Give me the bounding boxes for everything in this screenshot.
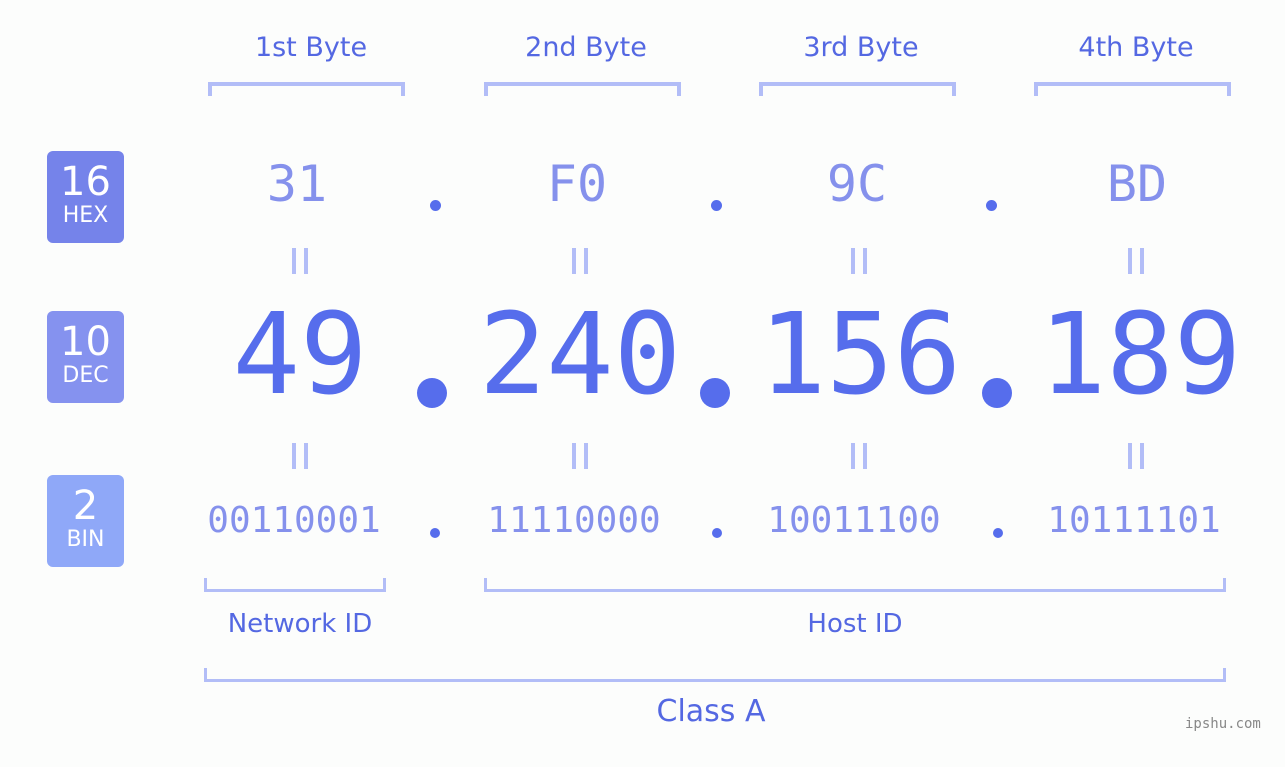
dec-badge-label: DEC	[62, 363, 109, 388]
bin-byte-2: 11110000	[487, 500, 661, 541]
hex-byte-4: BD	[1106, 155, 1168, 213]
bin-badge-label: BIN	[66, 527, 105, 552]
byte-bracket-4	[1034, 82, 1231, 96]
bin-separator-3	[993, 528, 1003, 538]
equals-icon	[851, 443, 867, 469]
dec-badge-base: 10	[60, 319, 111, 365]
hex-byte-3: 9C	[826, 155, 888, 213]
dec-badge: 10 DEC	[47, 311, 124, 403]
byte-label-1: 1st Byte	[254, 32, 368, 63]
dec-separator-3	[982, 378, 1012, 408]
bin-byte-1: 00110001	[207, 500, 381, 541]
bin-badge-base: 2	[72, 483, 99, 529]
hex-badge-base: 16	[60, 159, 111, 205]
bin-separator-2	[712, 528, 722, 538]
hex-byte-2: F0	[546, 155, 608, 213]
class-bracket	[204, 668, 1226, 682]
equals-icon	[1128, 443, 1144, 469]
network-id-label: Network ID	[227, 609, 373, 639]
bin-badge: 2 BIN	[47, 475, 124, 567]
dec-separator-1	[417, 378, 447, 408]
host-id-label: Host ID	[807, 609, 903, 639]
dec-byte-4: 189	[1038, 290, 1242, 420]
equals-icon	[1128, 248, 1144, 274]
byte-bracket-2	[484, 82, 681, 96]
class-label: Class A	[656, 694, 766, 729]
hex-badge: 16 HEX	[47, 151, 124, 243]
byte-label-4: 4th Byte	[1078, 32, 1194, 63]
equals-icon	[572, 248, 588, 274]
hex-badge-label: HEX	[62, 203, 109, 228]
equals-icon	[572, 443, 588, 469]
hex-separator-3	[986, 200, 997, 211]
bin-byte-3: 10011100	[767, 500, 941, 541]
hex-byte-1: 31	[266, 155, 328, 213]
equals-icon	[851, 248, 867, 274]
network-id-bracket	[204, 578, 386, 592]
byte-label-2: 2nd Byte	[525, 32, 647, 63]
watermark: ipshu.com	[1185, 716, 1261, 732]
dec-byte-3: 156	[758, 290, 962, 420]
bin-separator-1	[430, 528, 440, 538]
byte-bracket-1	[208, 82, 405, 96]
equals-icon	[292, 248, 308, 274]
byte-label-3: 3rd Byte	[803, 32, 919, 63]
byte-bracket-3	[759, 82, 956, 96]
hex-separator-2	[711, 200, 722, 211]
host-id-bracket	[484, 578, 1226, 592]
dec-byte-1: 49	[232, 290, 368, 420]
dec-separator-2	[700, 378, 730, 408]
bin-byte-4: 10111101	[1047, 500, 1221, 541]
hex-separator-1	[430, 200, 441, 211]
dec-byte-2: 240	[478, 290, 682, 420]
equals-icon	[292, 443, 308, 469]
